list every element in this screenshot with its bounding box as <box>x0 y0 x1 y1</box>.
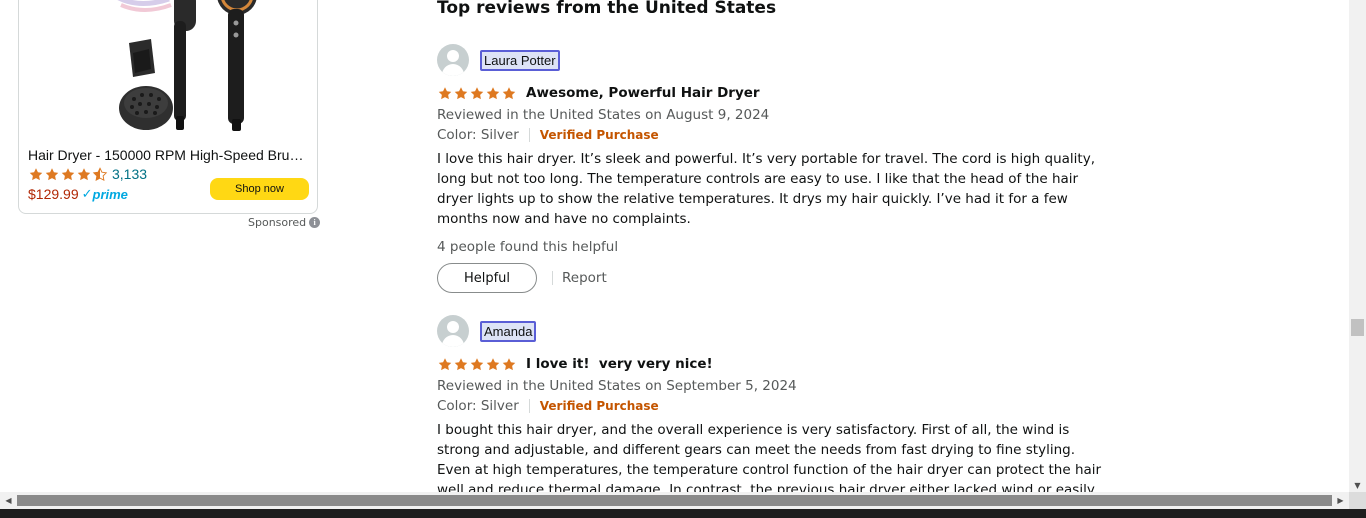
prime-check-icon: ✓ <box>81 186 93 202</box>
reviewer-profile[interactable]: Laura Potter <box>437 44 1117 76</box>
reviews-heading: Top reviews from the United States <box>437 0 777 18</box>
divider <box>552 271 553 285</box>
ad-price-row: $129.99 ✓ prime <box>28 186 128 202</box>
review-title[interactable]: I love it! very very nice! <box>526 356 713 372</box>
shop-now-button[interactable]: Shop now <box>210 178 309 200</box>
divider <box>528 399 530 413</box>
product-variant: Color: Silver <box>437 127 519 143</box>
review-date: Reviewed in the United States on August … <box>437 107 770 123</box>
scroll-down-arrow-icon[interactable]: ▼ <box>1349 478 1366 492</box>
review-item: Amanda I love it! very very nice! Review… <box>437 315 1117 518</box>
helpful-count: 4 people found this helpful <box>437 239 619 255</box>
star-icon <box>486 357 500 370</box>
window-bottom-edge <box>0 509 1366 518</box>
sponsored-ad-card[interactable]: Hair Dryer - 150000 RPM High-Speed Bru… … <box>18 0 318 214</box>
star-icon <box>486 86 500 99</box>
avatar[interactable] <box>437 44 469 76</box>
ad-star-rating <box>28 166 108 182</box>
star-icon <box>470 86 484 99</box>
hair-dryer-product-image[interactable] <box>99 0 269 137</box>
star-icon <box>502 86 516 99</box>
ad-rating-count[interactable]: 3,133 <box>112 166 147 182</box>
divider <box>528 128 530 142</box>
scrollbar-thumb[interactable] <box>1351 319 1364 336</box>
star-icon <box>77 167 91 180</box>
reviewer-profile[interactable]: Amanda <box>437 315 1117 347</box>
helpful-button[interactable]: Helpful <box>437 263 537 293</box>
info-icon[interactable]: i <box>309 217 321 228</box>
scrollbar-corner <box>1349 492 1366 509</box>
horizontal-scrollbar[interactable]: ◀ ▶ <box>0 492 1349 509</box>
star-icon <box>502 357 516 370</box>
star-icon <box>470 357 484 370</box>
verified-purchase-badge: Verified Purchase <box>539 399 659 413</box>
star-icon <box>45 167 59 180</box>
star-icon <box>438 357 452 370</box>
sponsored-label: Sponsored <box>248 216 307 229</box>
report-link[interactable]: Report <box>562 270 607 286</box>
review-title[interactable]: Awesome, Powerful Hair Dryer <box>526 85 760 101</box>
review-meta: Color: Silver Verified Purchase <box>437 396 1117 416</box>
page: Hair Dryer - 150000 RPM High-Speed Bru… … <box>0 0 1366 518</box>
review-meta: Color: Silver Verified Purchase <box>437 125 1117 145</box>
star-icon <box>29 167 43 180</box>
star-icon <box>438 86 452 99</box>
ad-rating[interactable]: 3,133 <box>28 166 147 182</box>
review-body: I love this hair dryer. It’s sleek and p… <box>437 151 1095 227</box>
star-icon <box>454 357 468 370</box>
star-icon <box>61 167 75 180</box>
review-item: Laura Potter Awesome, Powerful Hair Drye… <box>437 44 1117 293</box>
review-date: Reviewed in the United States on Septemb… <box>437 378 797 394</box>
review-actions: Helpful Report <box>437 263 1117 293</box>
ad-price: $129.99 <box>28 186 79 202</box>
ad-product-title[interactable]: Hair Dryer - 150000 RPM High-Speed Bru… <box>28 147 310 163</box>
prime-logo: prime <box>92 186 128 202</box>
product-variant: Color: Silver <box>437 398 519 414</box>
reviewer-name[interactable]: Amanda <box>480 320 537 342</box>
review-star-rating[interactable] <box>437 86 517 101</box>
vertical-scrollbar[interactable]: ▼ <box>1349 0 1366 492</box>
review-star-rating[interactable] <box>437 357 517 372</box>
scroll-left-arrow-icon[interactable]: ◀ <box>0 492 17 509</box>
star-icon <box>454 86 468 99</box>
sponsored-label-row[interactable]: Sponsored i <box>248 216 321 229</box>
scrollbar-thumb[interactable] <box>17 495 1332 506</box>
scroll-right-arrow-icon[interactable]: ▶ <box>1332 492 1349 509</box>
half-star-icon <box>92 166 108 181</box>
verified-purchase-badge: Verified Purchase <box>539 128 659 142</box>
reviewer-name[interactable]: Laura Potter <box>480 49 560 71</box>
avatar[interactable] <box>437 315 469 347</box>
